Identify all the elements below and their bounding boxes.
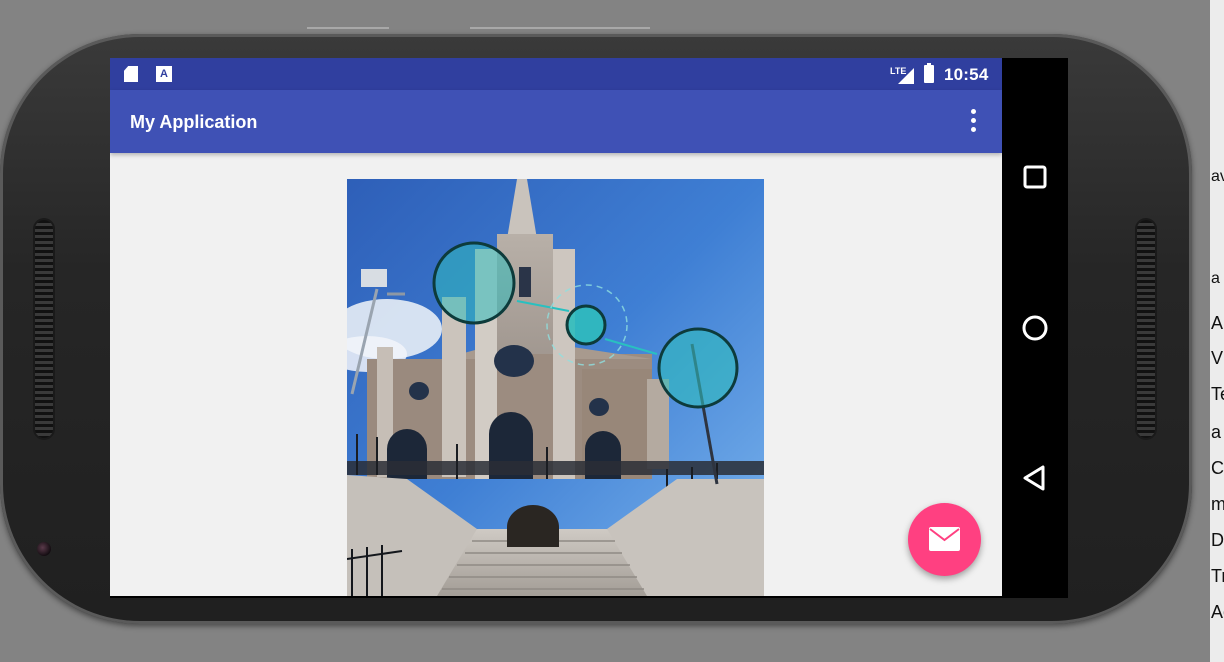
a-notification-icon: A <box>156 66 172 82</box>
navigation-bar <box>1002 58 1068 598</box>
app-window: A LTE 10:54 My Application <box>110 58 1002 596</box>
bubble-center-marker[interactable] <box>565 304 607 346</box>
email-icon <box>929 527 960 551</box>
ide-fragment: V <box>1211 348 1224 368</box>
battery-charging-icon <box>924 63 934 83</box>
more-vert-icon[interactable] <box>968 109 978 135</box>
emulator-frame-line <box>307 27 389 29</box>
ide-fragment: av <box>1211 168 1224 185</box>
emulator-frame-line <box>470 27 650 29</box>
left-speaker-grille <box>35 220 53 438</box>
church-photo[interactable] <box>347 179 764 596</box>
recents-square-icon[interactable] <box>1020 162 1050 192</box>
ide-fragment: Co <box>1211 458 1224 478</box>
ide-side-panel: av a Al V Te a Co m Da Tr Ac <box>1210 0 1224 662</box>
ide-fragment: Da <box>1211 530 1224 550</box>
status-bar: A LTE 10:54 <box>110 58 1002 90</box>
app-bar: My Application <box>110 90 1002 153</box>
sd-card-icon <box>124 66 138 82</box>
status-time: 10:54 <box>944 65 989 84</box>
bubble-left-marker[interactable] <box>432 241 516 325</box>
ide-fragment: a <box>1211 270 1220 287</box>
home-circle-icon[interactable] <box>1020 313 1050 343</box>
bubble-right-marker[interactable] <box>657 327 739 409</box>
ide-fragment: Ac <box>1211 602 1224 622</box>
ide-fragment: a <box>1211 422 1222 442</box>
back-triangle-icon[interactable] <box>1020 463 1050 493</box>
network-type-label: LTE <box>890 66 907 76</box>
ide-fragment: Te <box>1211 384 1224 404</box>
ide-fragment: Al <box>1211 313 1224 333</box>
ide-fragment: m <box>1211 494 1224 514</box>
front-camera <box>37 542 51 556</box>
ide-fragment: Tr <box>1211 566 1224 586</box>
device-screen: A LTE 10:54 My Application <box>110 58 1068 598</box>
page-title: My Application <box>130 112 258 132</box>
fab-email-button[interactable] <box>908 503 981 576</box>
right-speaker-grille <box>1137 220 1155 438</box>
